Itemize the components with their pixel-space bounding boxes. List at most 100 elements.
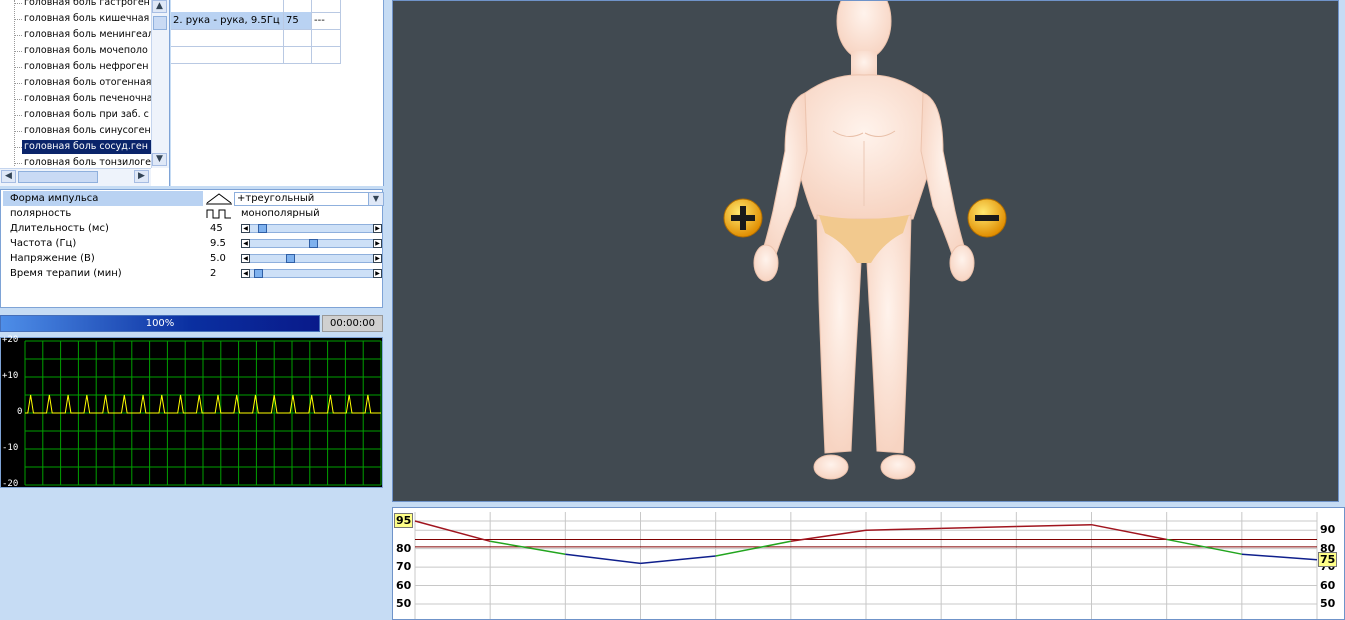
session-cell-extra: --- [312,12,341,29]
graph-right-badge: 75 [1318,551,1338,567]
session-row[interactable]: 2. рука - рука, 9.5Гц 75 --- [171,12,341,30]
diagnosis-tree[interactable]: головная боль гастроген головная боль киш… [0,0,170,186]
tree-item[interactable]: головная боль мочеполо [24,44,151,58]
tree-horizontal-scrollbar[interactable]: ◀ ▶ [0,168,151,186]
slider-left-arrow-icon[interactable]: ◀ [241,224,250,233]
graph-segment [414,520,491,543]
scope-y-label: +10 [2,371,19,381]
tree-item[interactable]: головная боль нефроген [24,60,151,74]
duration-slider[interactable]: ◀ ▶ [241,224,382,233]
progress-percent: 100% [145,318,175,329]
tree-connector [14,147,22,148]
tree-connector [14,83,22,84]
param-row-frequency[interactable]: Частота (Гц) 9.5 ◀ ▶ [3,236,382,251]
parameters-panel: Форма импульса +треугольный ▼ полярность… [0,189,384,308]
graph-left-label: 60 [396,578,412,592]
param-row-polarity[interactable]: полярность монополярный [3,206,382,221]
tree-connector [14,115,22,116]
tree-connector [14,67,22,68]
slider-thumb[interactable] [286,254,296,263]
tree-connector [14,99,22,100]
slider-thumb[interactable] [257,224,267,233]
plus-electrode-icon[interactable] [723,198,763,238]
session-cell-value [284,0,312,12]
tree-item[interactable]: головная боль печеночна [24,92,151,106]
tree-connector [14,51,22,52]
therapy-time-label: Время терапии (мин) [10,268,122,279]
graph-segment [565,553,641,565]
tree-item[interactable]: головная боль отогенная [24,76,151,90]
tree-connector [14,131,22,132]
oscilloscope-canvas [24,340,382,486]
scope-y-label: -20 [2,479,19,489]
slider-left-arrow-icon[interactable]: ◀ [241,239,250,248]
slider-right-arrow-icon[interactable]: ▶ [373,239,382,248]
slider-thumb[interactable] [309,239,318,248]
session-cell-extra [312,29,341,46]
trend-graph: 8070605090807060509575 [392,507,1345,620]
tree-hscroll-thumb[interactable] [18,171,98,183]
scroll-right-icon[interactable]: ▶ [134,170,149,183]
session-cell-name [171,0,284,12]
pulse-shape-select[interactable]: +треугольный ▼ [234,192,384,206]
scroll-down-icon[interactable]: ▼ [152,153,167,166]
slider-right-arrow-icon[interactable]: ▶ [373,254,382,263]
scope-y-label: -10 [2,443,19,453]
session-cell-value: 75 [284,12,312,29]
minus-electrode-icon[interactable] [967,198,1007,238]
slider-left-arrow-icon[interactable]: ◀ [241,269,250,278]
tree-item[interactable]: головная боль менингеаль [24,28,151,42]
graph-right-label: 50 [1320,597,1336,610]
param-row-shape[interactable]: Форма импульса +треугольный ▼ [3,191,384,206]
body-view[interactable] [392,0,1339,502]
tree-connector [14,35,22,36]
scope-y-label: +20 [2,335,19,345]
graph-segment [490,540,566,555]
session-table[interactable]: 2. рука - рука, 9.5Гц 75 --- [171,0,384,186]
scroll-left-icon[interactable]: ◀ [1,170,16,183]
frequency-value: 9.5 [210,238,226,249]
graph-segment [640,555,716,565]
therapy-time-slider[interactable]: ◀ ▶ [241,269,382,278]
oscilloscope: +20 +10 0 -10 -20 [0,335,383,489]
tree-item[interactable]: головная боль гастроген [24,0,151,10]
graph-segment [1091,523,1167,541]
graph-left-label: 80 [396,541,412,555]
param-row-duration[interactable]: Длительность (мс) 45 ◀ ▶ [3,221,382,236]
session-row[interactable] [171,29,341,47]
monopolar-pulse-icon [206,209,231,219]
graph-left-badge: 95 [394,513,414,528]
duration-label: Длительность (мс) [10,223,109,234]
pulse-shape-value: +треугольный [237,193,315,204]
voltage-slider[interactable]: ◀ ▶ [241,254,382,263]
param-row-therapy-time[interactable]: Время терапии (мин) 2 ◀ ▶ [3,266,382,281]
shape-label: Форма импульса [10,193,99,204]
graph-right-label: 90 [1320,523,1336,537]
slider-right-arrow-icon[interactable]: ▶ [373,224,382,233]
tree-connector [14,3,22,4]
graph-segment [1241,553,1318,561]
frequency-label: Частота (Гц) [10,238,77,249]
therapy-progress-bar: 100% [0,315,320,332]
session-cell-name: 2. рука - рука, 9.5Гц [171,12,284,29]
session-row[interactable] [171,46,341,64]
graph-right-label: 60 [1320,578,1336,592]
tree-scroll-thumb[interactable] [153,16,167,30]
trend-graph-canvas [414,512,1318,619]
tree-vertical-scrollbar[interactable]: ▲ ▼ [151,0,169,168]
tree-item[interactable]: головная боль кишечная [24,12,151,26]
therapy-time-value: 2 [210,268,217,279]
slider-left-arrow-icon[interactable]: ◀ [241,254,250,263]
slider-right-arrow-icon[interactable]: ▶ [373,269,382,278]
polarity-label: полярность [10,208,72,219]
scroll-up-icon[interactable]: ▲ [152,0,167,13]
session-cell-value [284,46,312,63]
tree-item[interactable]: головная боль сосуд.ген [22,140,151,154]
slider-thumb[interactable] [254,269,264,278]
param-row-voltage[interactable]: Напряжение (В) 5.0 ◀ ▶ [3,251,382,266]
session-cell-value [284,29,312,46]
tree-item[interactable]: головная боль синусоген [24,124,151,138]
chevron-down-icon[interactable]: ▼ [368,193,383,205]
frequency-slider[interactable]: ◀ ▶ [241,239,382,248]
tree-item[interactable]: головная боль при заб. с [24,108,151,122]
